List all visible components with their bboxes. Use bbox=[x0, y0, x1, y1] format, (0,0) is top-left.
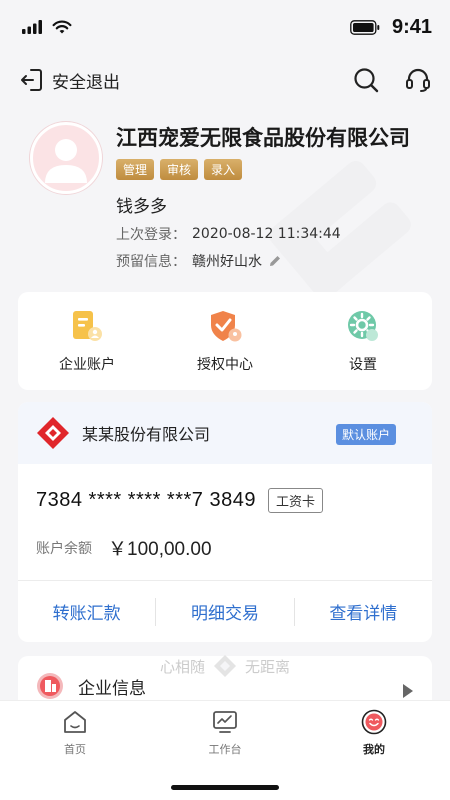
account-card[interactable]: 某某股份有限公司 默认账户 7384 **** **** ***7 3849 工… bbox=[18, 402, 432, 642]
mine-icon bbox=[361, 709, 387, 735]
status-bar: 9:41 bbox=[0, 0, 450, 54]
search-icon[interactable] bbox=[352, 66, 380, 94]
slogan-watermark: 心相随 无距离 bbox=[0, 654, 450, 678]
slogan-right: 无距离 bbox=[245, 657, 291, 676]
logout-label: 安全退出 bbox=[52, 72, 120, 93]
avatar[interactable] bbox=[30, 122, 102, 194]
account-card-header: 某某股份有限公司 默认账户 bbox=[18, 402, 432, 464]
status-left bbox=[22, 20, 72, 35]
home-icon bbox=[64, 711, 86, 733]
view-details-button[interactable]: 查看详情 bbox=[295, 599, 432, 624]
tab-mine[interactable]: 我的 bbox=[329, 709, 419, 757]
balance-row: 账户余额 ￥100,00.00 bbox=[36, 534, 212, 561]
account-number-row: 7384 **** **** ***7 3849 工资卡 bbox=[36, 488, 323, 513]
role-badge: 审核 bbox=[160, 159, 199, 180]
edit-icon[interactable] bbox=[268, 254, 282, 268]
bank-logo-icon bbox=[37, 417, 69, 449]
tab-workbench[interactable]: 工作台 bbox=[180, 709, 270, 757]
last-login-row: 上次登录： 2020-08-12 11:34:44 bbox=[116, 224, 341, 244]
role-badge: 录入 bbox=[204, 159, 243, 180]
tab-home[interactable]: 首页 bbox=[30, 709, 120, 757]
home-indicator[interactable] bbox=[171, 785, 279, 790]
username: 钱多多 bbox=[116, 197, 167, 217]
quick-action-settings[interactable]: 设置 bbox=[308, 308, 418, 374]
card-type-tag: 工资卡 bbox=[267, 488, 323, 513]
quick-action-authorization[interactable]: 授权中心 bbox=[170, 308, 280, 374]
balance-label: 账户余额 bbox=[36, 540, 92, 557]
tab-label: 我的 bbox=[363, 743, 385, 756]
wifi-icon bbox=[52, 20, 72, 33]
enterprise-account-icon bbox=[73, 311, 102, 341]
customer-service-icon[interactable] bbox=[404, 66, 432, 94]
arrow-right-icon bbox=[403, 684, 413, 698]
transaction-details-button[interactable]: 明细交易 bbox=[156, 599, 293, 624]
account-number: 7384 **** **** ***7 3849 bbox=[36, 489, 256, 511]
slogan-left: 心相随 bbox=[159, 657, 205, 676]
quick-actions-card: 企业账户 授权中心 设置 bbox=[18, 292, 432, 390]
last-login-value: 2020-08-12 11:34:44 bbox=[192, 226, 341, 242]
reserved-info-label: 预留信息： bbox=[116, 254, 186, 270]
account-company-name: 某某股份有限公司 bbox=[82, 425, 211, 444]
status-right: 9:41 bbox=[350, 16, 432, 39]
user-silhouette-icon bbox=[45, 139, 87, 183]
quick-action-label: 企业账户 bbox=[59, 357, 115, 373]
logout-icon bbox=[21, 69, 42, 91]
settings-icon bbox=[348, 311, 378, 341]
tab-label: 首页 bbox=[64, 743, 86, 756]
quick-action-label: 设置 bbox=[349, 357, 377, 373]
role-badges: 管理 审核 录入 bbox=[116, 159, 243, 180]
logout-button[interactable]: 安全退出 bbox=[18, 67, 120, 93]
header-icons bbox=[352, 66, 432, 94]
status-time: 9:41 bbox=[391, 15, 432, 38]
quick-action-enterprise-account[interactable]: 企业账户 bbox=[32, 308, 142, 374]
reserved-info-row: 预留信息： 赣州好山水 bbox=[116, 251, 282, 271]
tab-bar: 首页 工作台 我的 bbox=[0, 700, 450, 800]
default-account-badge: 默认账户 bbox=[335, 424, 396, 445]
account-actions: 转账汇款 明细交易 查看详情 bbox=[18, 581, 432, 642]
quick-action-label: 授权中心 bbox=[197, 357, 253, 373]
workbench-icon bbox=[213, 711, 237, 733]
company-name: 江西宠爱无限食品股份有限公司 bbox=[116, 126, 410, 150]
slogan-logo-icon bbox=[214, 655, 236, 677]
reserved-info-value: 赣州好山水 bbox=[192, 254, 262, 270]
last-login-label: 上次登录： bbox=[116, 227, 186, 243]
top-header: 安全退出 bbox=[0, 58, 450, 102]
transfer-button[interactable]: 转账汇款 bbox=[18, 599, 155, 624]
role-badge: 管理 bbox=[116, 159, 155, 180]
authorization-icon bbox=[211, 311, 242, 342]
profile-section: 江西宠爱无限食品股份有限公司 管理 审核 录入 钱多多 上次登录： 2020-0… bbox=[0, 118, 450, 288]
signal-icon bbox=[22, 20, 42, 34]
tab-label: 工作台 bbox=[208, 743, 242, 756]
balance-value: ￥100,00.00 bbox=[108, 539, 212, 560]
battery-icon bbox=[350, 19, 380, 35]
